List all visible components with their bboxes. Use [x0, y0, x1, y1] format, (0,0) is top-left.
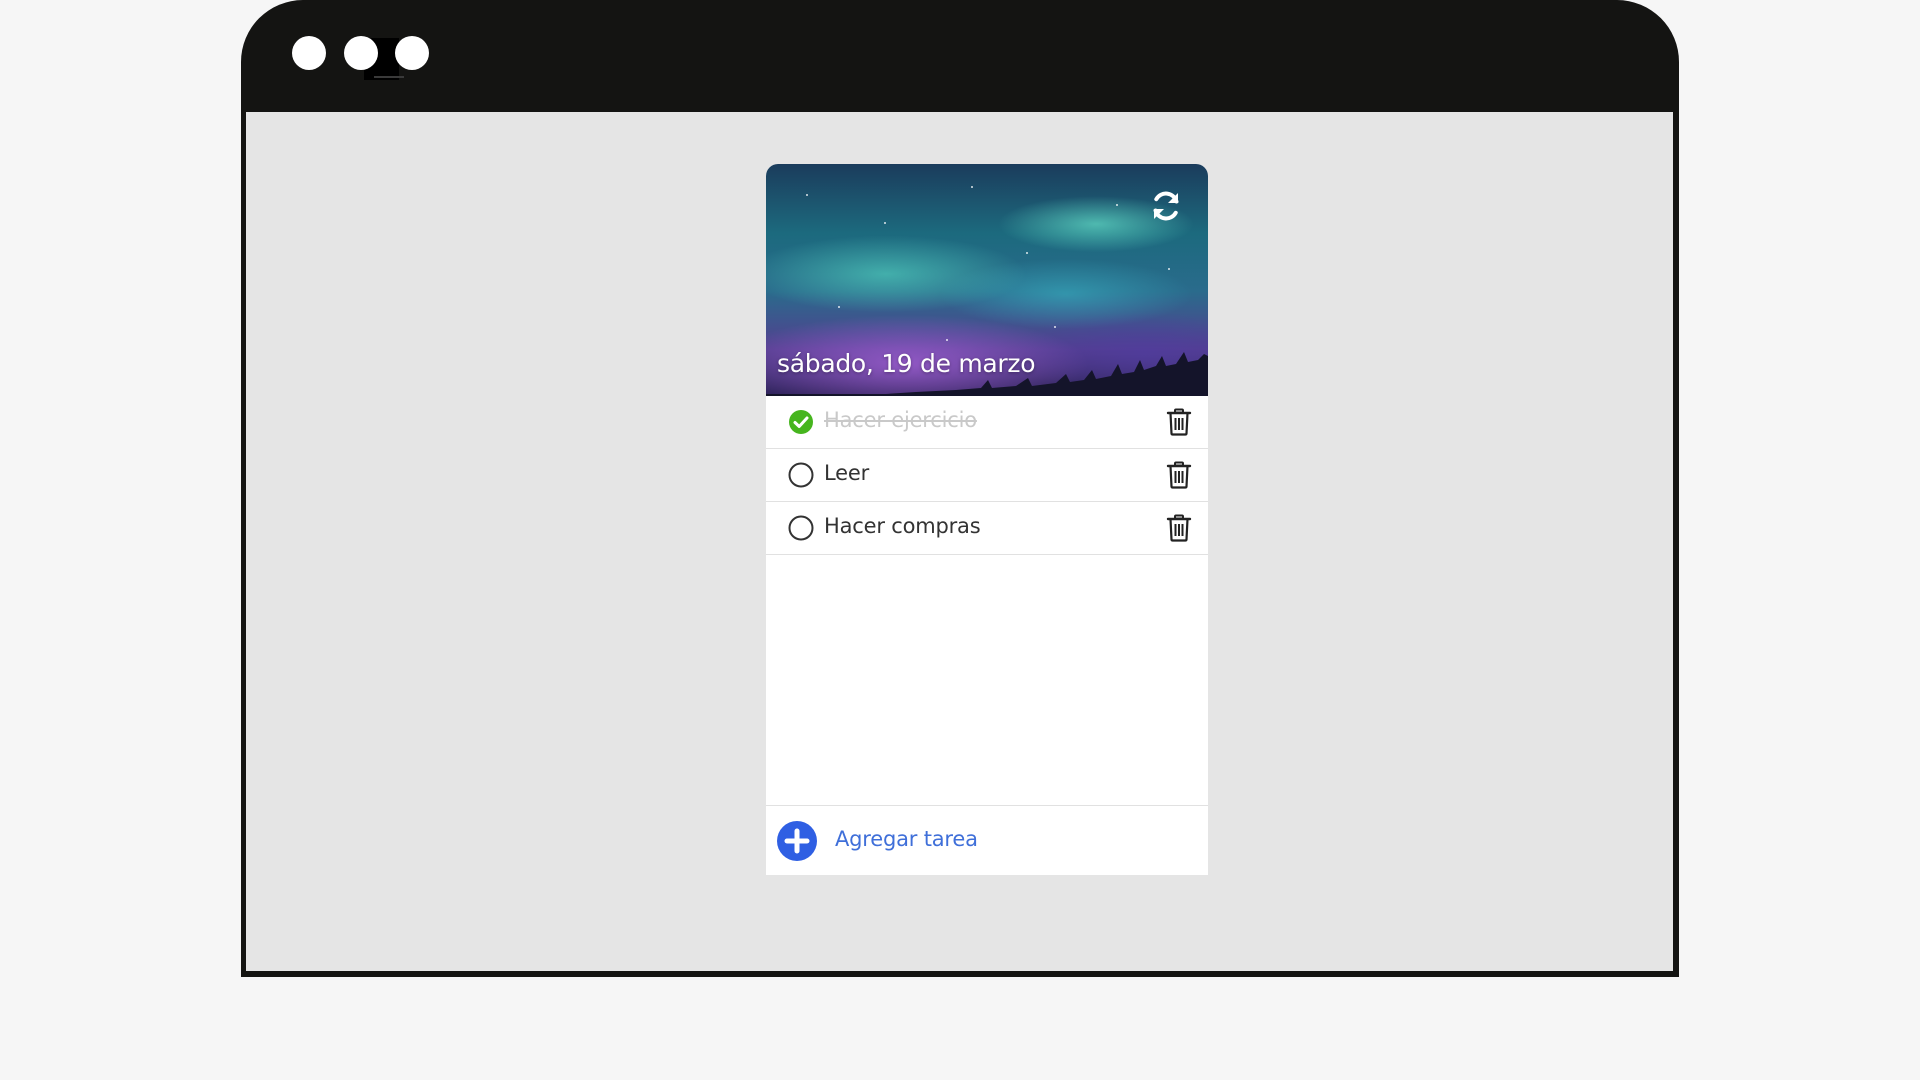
browser-viewport: sábado, 19 de marzo Hacer ejercicio Leer… — [246, 112, 1673, 971]
task-label: Leer — [824, 461, 870, 485]
trash-icon — [1166, 408, 1192, 436]
window-minimize-button[interactable] — [344, 36, 378, 70]
star-decoration — [1116, 204, 1118, 206]
task-list: Hacer ejercicio Leer Hacer compras — [766, 396, 1208, 555]
task-row[interactable]: Hacer ejercicio — [766, 396, 1208, 449]
refresh-button[interactable] — [1148, 188, 1184, 224]
star-decoration — [1054, 326, 1056, 328]
delete-task-button[interactable] — [1166, 408, 1192, 436]
trash-icon — [1166, 514, 1192, 542]
task-label: Hacer compras — [824, 514, 981, 538]
todo-card: sábado, 19 de marzo Hacer ejercicio Leer… — [766, 164, 1208, 875]
star-decoration — [806, 194, 808, 196]
star-decoration — [971, 186, 973, 188]
check-circle-icon — [789, 410, 813, 434]
window-maximize-button[interactable] — [395, 36, 429, 70]
star-decoration — [1168, 268, 1170, 270]
delete-task-button[interactable] — [1166, 461, 1192, 489]
window-control-underline — [374, 76, 404, 78]
task-row[interactable]: Hacer compras — [766, 502, 1208, 555]
empty-circle-icon — [788, 515, 814, 541]
refresh-icon — [1153, 191, 1179, 221]
plus-circle-icon — [777, 821, 817, 861]
task-completed-toggle[interactable] — [788, 515, 814, 541]
window-close-button[interactable] — [292, 36, 326, 70]
add-task-button[interactable]: Agregar tarea — [766, 805, 1208, 875]
browser-window: sábado, 19 de marzo Hacer ejercicio Leer… — [241, 0, 1679, 977]
task-completed-toggle[interactable] — [788, 409, 814, 435]
task-label: Hacer ejercicio — [824, 408, 977, 432]
star-decoration — [946, 339, 948, 341]
add-task-label: Agregar tarea — [835, 827, 978, 851]
task-row[interactable]: Leer — [766, 449, 1208, 502]
empty-circle-icon — [788, 462, 814, 488]
star-decoration — [884, 222, 886, 224]
star-decoration — [1026, 252, 1028, 254]
star-decoration — [838, 306, 840, 308]
date-heading: sábado, 19 de marzo — [777, 349, 1036, 378]
task-completed-toggle[interactable] — [788, 462, 814, 488]
trash-icon — [1166, 461, 1192, 489]
delete-task-button[interactable] — [1166, 514, 1192, 542]
header-image-aurora: sábado, 19 de marzo — [766, 164, 1208, 396]
